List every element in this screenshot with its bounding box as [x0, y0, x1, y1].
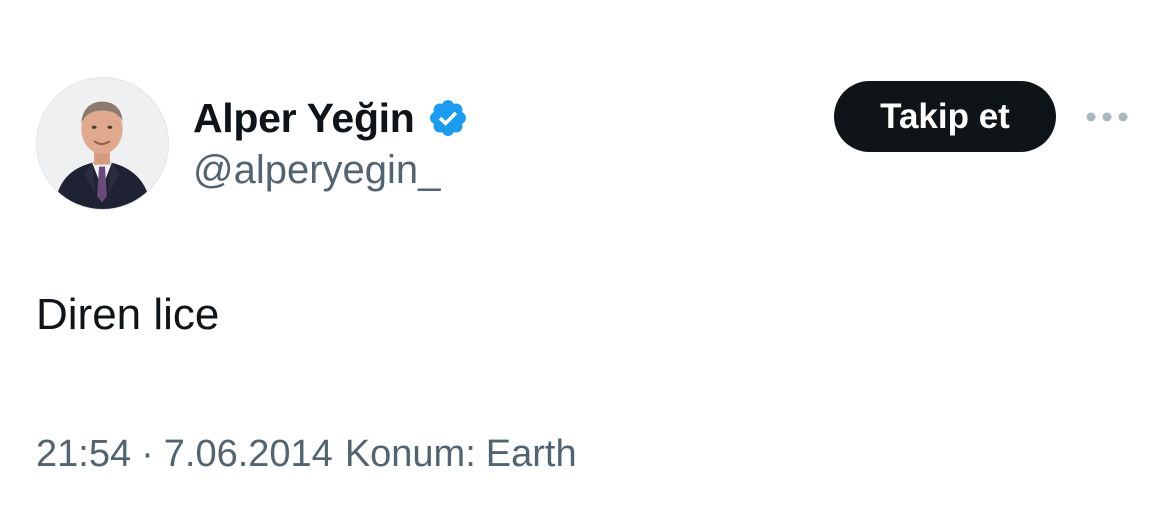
tweet-date[interactable]: 7.06.2014 [164, 433, 333, 476]
display-name[interactable]: Alper Yeğin [193, 95, 415, 142]
name-row: Alper Yeğin [193, 92, 469, 144]
profile-photo-icon [37, 78, 168, 209]
tweet-time[interactable]: 21:54 [36, 433, 131, 476]
verified-badge-icon[interactable] [427, 97, 469, 139]
meta-separator: · [141, 433, 154, 475]
user-handle[interactable]: @alperyegin_ [193, 148, 440, 193]
location-label: Konum: [344, 433, 476, 475]
tweet-card: Alper Yeğin @alperyegin_ Takip et Diren … [0, 0, 1170, 510]
follow-button[interactable]: Takip et [834, 81, 1056, 152]
location-value[interactable]: Earth [486, 433, 577, 476]
tweet-meta: 21:54 · 7.06.2014 Konum: Earth [36, 433, 577, 476]
tweet-text: Diren lice [36, 290, 220, 339]
more-horizontal-icon [1086, 112, 1128, 122]
avatar[interactable] [36, 77, 169, 210]
more-options-button[interactable] [1082, 100, 1132, 134]
